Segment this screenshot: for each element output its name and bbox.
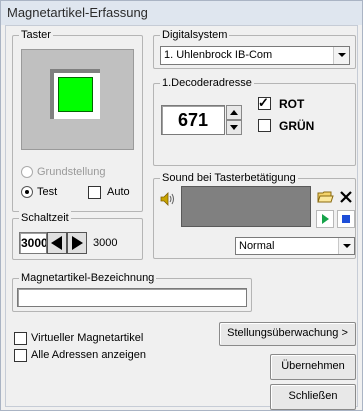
stellungsueberwachung-button[interactable]: Stellungsüberwachung > (219, 322, 356, 346)
schliessen-button[interactable]: Schließen (270, 384, 356, 410)
play-sound-button[interactable] (316, 210, 334, 228)
decoder-address-value: 671 (177, 110, 209, 130)
gruen-label: GRÜN (279, 119, 315, 133)
arrow-left-icon (51, 236, 62, 250)
decoderadresse-group-title: 1.Decoderadresse (160, 76, 254, 90)
virtuell-checkbox[interactable] (14, 332, 27, 345)
arrow-right-icon (72, 236, 83, 250)
chevron-down-icon[interactable] (333, 47, 349, 64)
taster-button[interactable] (21, 49, 134, 150)
stop-sound-button[interactable] (337, 210, 355, 228)
digitalsystem-dropdown[interactable]: 1. Uhlenbrock IB-Com (160, 46, 350, 65)
spin-down-icon (230, 125, 238, 130)
taster-group-title: Taster (19, 28, 53, 42)
window-title: Magnetartikel-Erfassung (7, 5, 148, 20)
stop-icon (342, 215, 350, 223)
speaker-icon (160, 192, 176, 206)
test-radio[interactable] (21, 186, 33, 198)
digitalsystem-selected: 1. Uhlenbrock IB-Com (164, 49, 273, 61)
bezeichnung-group-title: Magnetartikel-Bezeichnung (19, 271, 157, 285)
schaltzeit-increase-button[interactable] (67, 232, 87, 254)
decoder-address-spin-up[interactable] (226, 105, 242, 120)
stellungsueberwachung-label: Stellungsüberwachung > (227, 327, 348, 339)
dialog-client-area: Taster Grundstellung Test Auto Schaltzei… (5, 25, 358, 410)
grundstellung-label: Grundstellung (37, 166, 106, 178)
uebernehmen-button[interactable]: Übernehmen (270, 354, 356, 380)
play-icon (322, 214, 329, 224)
schaltzeit-value: 3000 (21, 236, 47, 250)
rot-label: ROT (279, 97, 305, 111)
sound-group-title: Sound bei Tasterbetätigung (160, 171, 298, 185)
schliessen-label: Schließen (288, 390, 338, 402)
sound-group: Sound bei Tasterbetätigung Normal (153, 171, 356, 259)
schaltzeit-value-field[interactable]: 3000 (19, 232, 47, 254)
spin-up-icon (230, 110, 238, 115)
taster-group: Taster Grundstellung Test Auto (12, 28, 143, 212)
decoder-address-field[interactable]: 671 (161, 105, 225, 135)
schaltzeit-display: 3000 (93, 237, 118, 249)
auto-label: Auto (107, 186, 130, 198)
virtuell-label: Virtueller Magnetartikel (31, 332, 144, 344)
gruen-checkbox[interactable] (258, 119, 271, 132)
uebernehmen-label: Übernehmen (281, 360, 345, 372)
digitalsystem-group-title: Digitalsystem (160, 28, 230, 42)
delete-icon (340, 191, 352, 203)
sound-mode-dropdown[interactable]: Normal (235, 237, 355, 255)
title-bar: Magnetartikel-Erfassung (1, 1, 362, 25)
bezeichnung-group: Magnetartikel-Bezeichnung (12, 271, 252, 312)
bezeichnung-input[interactable] (17, 288, 247, 307)
sound-mode-selected: Normal (239, 240, 275, 252)
auto-checkbox[interactable] (88, 186, 101, 199)
rot-checkbox[interactable]: ✓ (258, 95, 271, 110)
schaltzeit-decrease-button[interactable] (47, 232, 67, 254)
decoderadresse-group: 1.Decoderadresse 671 ✓ ROT GRÜN (153, 76, 356, 166)
decoder-address-spin-down[interactable] (226, 120, 242, 135)
chevron-down-icon[interactable] (338, 238, 354, 254)
sound-preview-panel (181, 186, 311, 227)
test-label: Test (37, 186, 58, 198)
checkmark-icon: ✓ (258, 95, 269, 110)
dialog-window: Magnetartikel-Erfassung Taster Grundstel… (0, 0, 363, 411)
folder-icon (317, 191, 334, 203)
delete-sound-button[interactable] (338, 188, 354, 206)
schaltzeit-group: Schaltzeit 3000 3000 (12, 211, 143, 260)
open-sound-button[interactable] (316, 188, 334, 206)
alle-adressen-label: Alle Adressen anzeigen (31, 349, 146, 361)
schaltzeit-group-title: Schaltzeit (19, 211, 71, 225)
alle-adressen-checkbox[interactable] (14, 349, 27, 362)
digitalsystem-group: Digitalsystem 1. Uhlenbrock IB-Com (153, 28, 356, 69)
taster-indicator-lamp (58, 77, 93, 112)
grundstellung-radio[interactable] (21, 166, 33, 178)
